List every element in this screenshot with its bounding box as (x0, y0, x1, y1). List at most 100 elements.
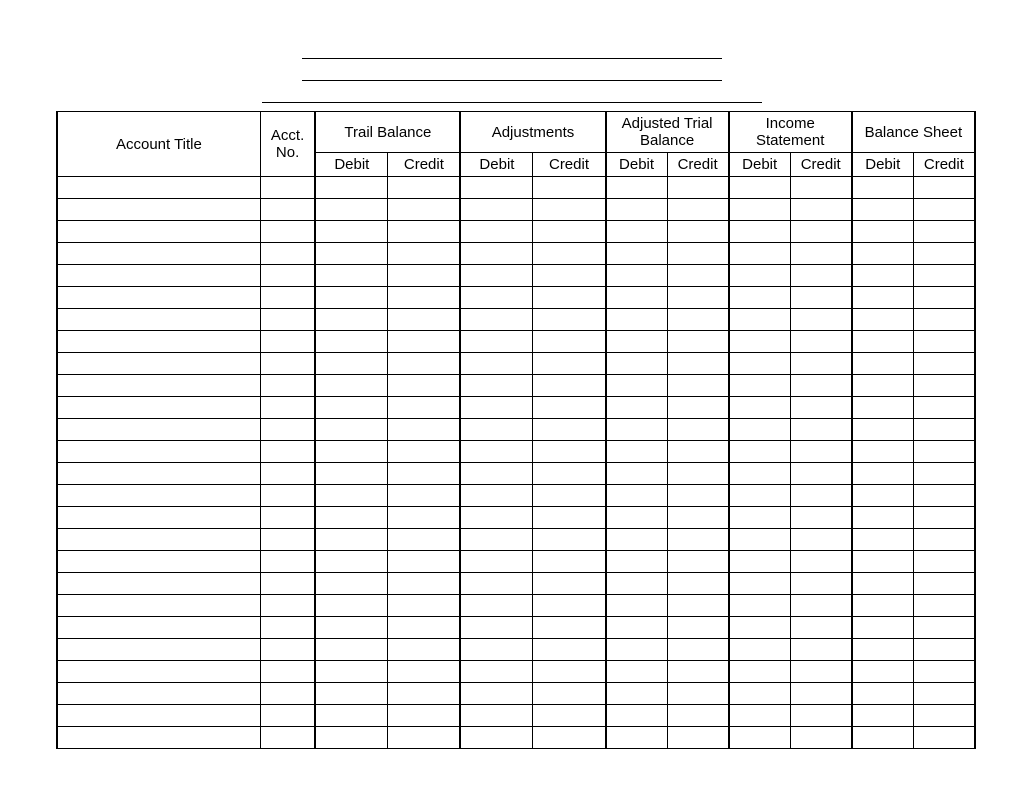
cell[interactable] (460, 331, 533, 353)
cell[interactable] (606, 243, 668, 265)
cell[interactable] (315, 485, 388, 507)
cell[interactable] (57, 441, 260, 463)
cell[interactable] (533, 177, 606, 199)
cell[interactable] (606, 375, 668, 397)
cell[interactable] (852, 331, 914, 353)
cell[interactable] (729, 529, 791, 551)
cell[interactable] (913, 309, 975, 331)
cell[interactable] (667, 221, 729, 243)
cell[interactable] (667, 485, 729, 507)
cell[interactable] (57, 595, 260, 617)
cell[interactable] (606, 221, 668, 243)
cell[interactable] (57, 265, 260, 287)
cell[interactable] (606, 353, 668, 375)
cell[interactable] (460, 309, 533, 331)
cell[interactable] (913, 419, 975, 441)
cell[interactable] (667, 727, 729, 749)
cell[interactable] (533, 507, 606, 529)
cell[interactable] (667, 529, 729, 551)
cell[interactable] (913, 683, 975, 705)
cell[interactable] (852, 353, 914, 375)
cell[interactable] (315, 595, 388, 617)
cell[interactable] (260, 353, 315, 375)
cell[interactable] (913, 397, 975, 419)
cell[interactable] (388, 463, 461, 485)
cell[interactable] (852, 199, 914, 221)
cell[interactable] (260, 485, 315, 507)
cell[interactable] (606, 661, 668, 683)
cell[interactable] (315, 529, 388, 551)
cell[interactable] (388, 441, 461, 463)
cell[interactable] (729, 375, 791, 397)
cell[interactable] (729, 265, 791, 287)
cell[interactable] (606, 177, 668, 199)
cell[interactable] (57, 573, 260, 595)
cell[interactable] (790, 485, 852, 507)
cell[interactable] (57, 397, 260, 419)
cell[interactable] (606, 287, 668, 309)
cell[interactable] (852, 485, 914, 507)
cell[interactable] (315, 441, 388, 463)
cell[interactable] (913, 331, 975, 353)
cell[interactable] (533, 617, 606, 639)
cell[interactable] (533, 199, 606, 221)
cell[interactable] (315, 573, 388, 595)
cell[interactable] (388, 683, 461, 705)
cell[interactable] (57, 529, 260, 551)
cell[interactable] (533, 639, 606, 661)
cell[interactable] (315, 661, 388, 683)
cell[interactable] (388, 177, 461, 199)
cell[interactable] (913, 595, 975, 617)
cell[interactable] (388, 661, 461, 683)
cell[interactable] (388, 221, 461, 243)
cell[interactable] (790, 309, 852, 331)
cell[interactable] (852, 287, 914, 309)
cell[interactable] (852, 661, 914, 683)
cell[interactable] (460, 177, 533, 199)
cell[interactable] (460, 573, 533, 595)
cell[interactable] (790, 551, 852, 573)
cell[interactable] (913, 221, 975, 243)
cell[interactable] (606, 617, 668, 639)
cell[interactable] (667, 287, 729, 309)
cell[interactable] (260, 221, 315, 243)
cell[interactable] (260, 243, 315, 265)
cell[interactable] (460, 529, 533, 551)
cell[interactable] (533, 705, 606, 727)
cell[interactable] (852, 551, 914, 573)
cell[interactable] (606, 573, 668, 595)
cell[interactable] (533, 309, 606, 331)
cell[interactable] (667, 177, 729, 199)
cell[interactable] (460, 419, 533, 441)
cell[interactable] (852, 639, 914, 661)
cell[interactable] (729, 617, 791, 639)
cell[interactable] (913, 727, 975, 749)
cell[interactable] (57, 485, 260, 507)
cell[interactable] (533, 397, 606, 419)
cell[interactable] (460, 199, 533, 221)
cell[interactable] (260, 727, 315, 749)
cell[interactable] (533, 727, 606, 749)
cell[interactable] (852, 705, 914, 727)
cell[interactable] (852, 419, 914, 441)
cell[interactable] (606, 199, 668, 221)
cell[interactable] (260, 265, 315, 287)
cell[interactable] (606, 727, 668, 749)
cell[interactable] (606, 705, 668, 727)
cell[interactable] (667, 199, 729, 221)
cell[interactable] (388, 397, 461, 419)
cell[interactable] (533, 221, 606, 243)
cell[interactable] (913, 199, 975, 221)
cell[interactable] (460, 639, 533, 661)
cell[interactable] (790, 221, 852, 243)
cell[interactable] (388, 507, 461, 529)
cell[interactable] (315, 705, 388, 727)
cell[interactable] (667, 463, 729, 485)
cell[interactable] (533, 529, 606, 551)
cell[interactable] (729, 419, 791, 441)
cell[interactable] (852, 595, 914, 617)
cell[interactable] (315, 353, 388, 375)
cell[interactable] (606, 551, 668, 573)
cell[interactable] (790, 683, 852, 705)
cell[interactable] (790, 331, 852, 353)
